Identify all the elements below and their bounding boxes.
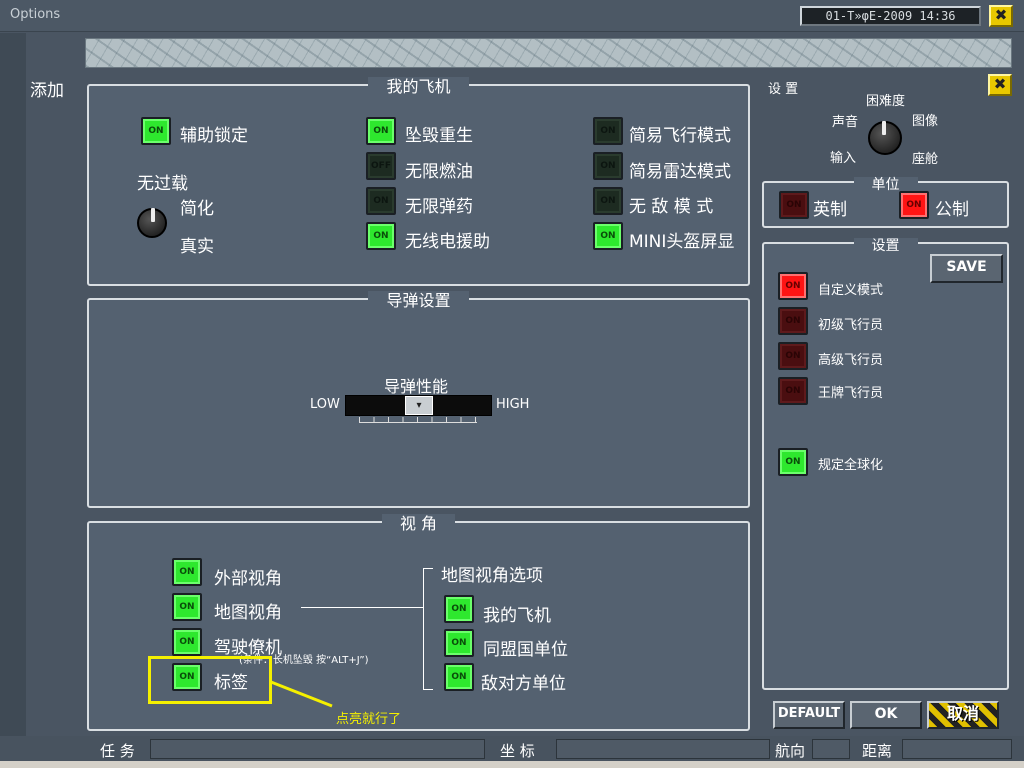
globalize-label: 规定全球化 bbox=[818, 458, 884, 473]
my-plane-title: 我的飞机 bbox=[368, 77, 469, 96]
map-options-bracket bbox=[423, 568, 433, 690]
infinite-fuel-label: 无限燃油 bbox=[405, 162, 473, 182]
distance-field bbox=[902, 739, 1012, 759]
knob-cockpit-label[interactable]: 座舱 bbox=[912, 148, 938, 167]
view-title: 视 角 bbox=[381, 514, 456, 533]
led-radio-assist[interactable]: ON bbox=[366, 222, 396, 250]
highlight-box bbox=[148, 656, 272, 704]
ace-label: 王牌飞行员 bbox=[818, 386, 884, 401]
settings-knob[interactable] bbox=[868, 121, 902, 155]
crash-respawn-label: 坠毁重生 bbox=[405, 126, 473, 146]
window-title: Options bbox=[10, 7, 61, 22]
connector-line bbox=[301, 607, 423, 608]
save-button[interactable]: SAVE bbox=[930, 254, 1003, 283]
map-allies-label: 同盟国单位 bbox=[483, 640, 568, 660]
led-aux-lock[interactable]: ON bbox=[141, 117, 171, 145]
led-imperial[interactable]: ON bbox=[779, 191, 809, 219]
coord-label: 坐 标 bbox=[500, 742, 535, 760]
led-metric[interactable]: ON bbox=[899, 191, 929, 219]
close-settings-button[interactable]: ✖ bbox=[988, 74, 1012, 96]
led-wingman[interactable]: ON bbox=[172, 628, 202, 656]
led-infinite-fuel[interactable]: OFF bbox=[366, 152, 396, 180]
invincible-label: 无 敌 模 式 bbox=[629, 197, 714, 217]
annotation-arrow bbox=[270, 680, 333, 708]
beginner-label: 初级飞行员 bbox=[818, 318, 884, 333]
led-ace[interactable]: ON bbox=[778, 377, 808, 405]
slider-low-label: LOW bbox=[310, 397, 340, 412]
knob-graphics-label[interactable]: 图像 bbox=[912, 110, 938, 129]
presets-title: 设置 bbox=[853, 238, 918, 254]
external-view-label: 外部视角 bbox=[214, 569, 282, 589]
map-view-label: 地图视角 bbox=[214, 603, 282, 623]
led-beginner[interactable]: ON bbox=[778, 307, 808, 335]
easy-flight-label: 简易飞行模式 bbox=[629, 126, 731, 146]
slider-high-label: HIGH bbox=[496, 397, 530, 412]
imperial-label: 英制 bbox=[813, 200, 847, 220]
led-advanced[interactable]: ON bbox=[778, 342, 808, 370]
presets-panel: 设置 SAVE ON 自定义模式 ON 初级飞行员 ON 高级飞行员 ON 王牌… bbox=[762, 238, 1009, 690]
led-globalize[interactable]: ON bbox=[778, 448, 808, 476]
slider-thumb[interactable]: ▾ bbox=[405, 396, 433, 415]
date-time-display: 01-T»φE-2009 14:36 bbox=[800, 6, 981, 26]
heading-label: 航向 bbox=[775, 742, 806, 760]
led-map-view[interactable]: ON bbox=[172, 593, 202, 621]
knob-sound-label[interactable]: 声音 bbox=[832, 111, 858, 130]
my-plane-panel: 我的飞机 ON 辅助锁定 无过载 简化 真实 ON 坠毁重生 OFF 无限燃油 … bbox=[87, 77, 750, 286]
mini-hud-label: MINI头盔屏显 bbox=[629, 232, 735, 252]
led-custom-mode[interactable]: ON bbox=[778, 272, 808, 300]
map-strip bbox=[85, 38, 1012, 68]
map-enemies-label: 敌对方单位 bbox=[481, 674, 566, 694]
led-easy-flight[interactable]: ON bbox=[593, 117, 623, 145]
task-label: 任 务 bbox=[100, 742, 135, 760]
advanced-label: 高级飞行员 bbox=[818, 353, 884, 368]
custom-mode-label: 自定义模式 bbox=[818, 283, 884, 298]
os-taskbar bbox=[0, 761, 1024, 768]
map-my-plane-label: 我的飞机 bbox=[483, 606, 551, 626]
knob-difficulty-label[interactable]: 困难度 bbox=[866, 90, 905, 109]
close-icon: ✖ bbox=[994, 6, 1008, 24]
overload-label: 无过载 bbox=[137, 174, 188, 194]
metric-label: 公制 bbox=[935, 200, 969, 220]
annotation-text: 点亮就行了 bbox=[336, 712, 402, 727]
missile-perf-slider[interactable]: ▾ bbox=[345, 395, 492, 416]
led-invincible[interactable]: ON bbox=[593, 187, 623, 215]
close-window-button[interactable]: ✖ bbox=[989, 5, 1013, 27]
default-button[interactable]: DEFAULT bbox=[773, 701, 845, 729]
led-map-my-plane[interactable]: ON bbox=[444, 595, 474, 623]
easy-radar-label: 简易雷达模式 bbox=[629, 162, 731, 182]
heading-field bbox=[812, 739, 850, 759]
overload-knob[interactable] bbox=[137, 208, 167, 238]
settings-header: 设 置 bbox=[768, 82, 799, 97]
radio-assist-label: 无线电援助 bbox=[405, 232, 490, 252]
slider-scale bbox=[359, 417, 477, 423]
task-field bbox=[150, 739, 485, 759]
led-map-allies[interactable]: ON bbox=[444, 629, 474, 657]
coord-field bbox=[556, 739, 770, 759]
add-label: 添加 bbox=[30, 81, 64, 101]
units-panel: 单位 ON 英制 ON 公制 bbox=[762, 177, 1009, 228]
cancel-button[interactable]: 取消 bbox=[927, 701, 999, 729]
missile-perf-label: 导弹性能 bbox=[384, 377, 449, 396]
close-icon: ✖ bbox=[993, 75, 1007, 93]
missile-panel: 导弹设置 导弹性能 LOW HIGH ▾ bbox=[87, 291, 750, 508]
left-edge-strip bbox=[0, 33, 26, 768]
knob-input-label[interactable]: 输入 bbox=[830, 147, 856, 166]
led-external-view[interactable]: ON bbox=[172, 558, 202, 586]
infinite-ammo-label: 无限弹药 bbox=[405, 197, 473, 217]
distance-label: 距离 bbox=[862, 742, 893, 760]
aux-lock-label: 辅助锁定 bbox=[180, 126, 248, 146]
title-bar: Options 01-T»φE-2009 14:36 ✖ bbox=[0, 0, 1024, 32]
led-infinite-ammo[interactable]: ON bbox=[366, 187, 396, 215]
missile-title: 导弹设置 bbox=[368, 291, 469, 310]
map-options-title: 地图视角选项 bbox=[441, 566, 543, 586]
led-mini-hud[interactable]: ON bbox=[593, 222, 623, 250]
overload-real-label: 真实 bbox=[180, 237, 214, 257]
ok-button[interactable]: OK bbox=[850, 701, 922, 729]
led-map-enemies[interactable]: ON bbox=[444, 663, 474, 691]
overload-simple-label: 简化 bbox=[180, 199, 214, 219]
led-easy-radar[interactable]: ON bbox=[593, 152, 623, 180]
led-crash-respawn[interactable]: ON bbox=[366, 117, 396, 145]
